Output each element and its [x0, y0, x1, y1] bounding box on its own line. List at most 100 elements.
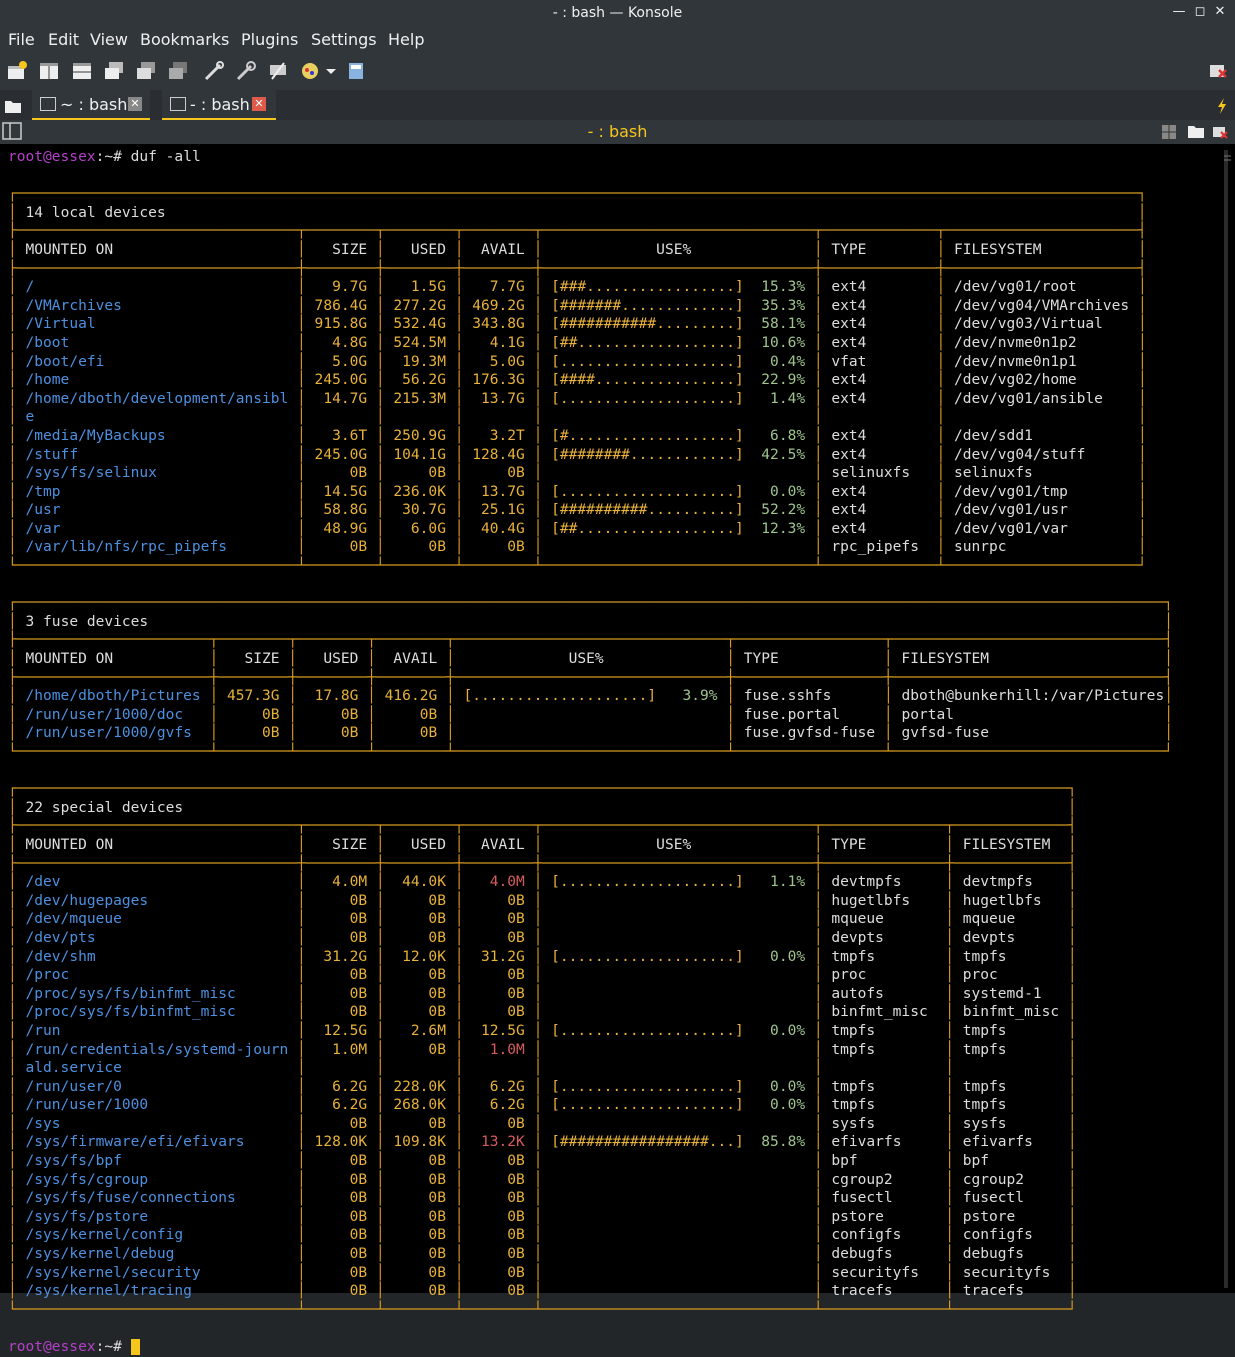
avail-value: 0B: [463, 928, 534, 946]
column-header: AVAIL: [375, 650, 446, 668]
profile-icon[interactable]: [299, 60, 321, 82]
table-row: │ /dev │ 4.0M │ 44.0K │ 4.0M │ [........…: [8, 873, 1077, 891]
table-row: │ /dev/shm │ 31.2G │ 12.0K │ 31.2G │ [..…: [8, 947, 1077, 965]
menu-edit[interactable]: Edit: [48, 30, 79, 49]
used-value: 532.4G: [384, 315, 455, 333]
new-tab-folder-icon[interactable]: [4, 98, 22, 114]
used-value: 0B: [384, 464, 455, 482]
folder-icon[interactable]: [1187, 123, 1205, 139]
used-value: 44.0K: [384, 873, 455, 891]
close-tab-icon[interactable]: ✕: [128, 97, 142, 111]
usage-bar: [##########..........]: [551, 501, 744, 519]
table-row: │ /sys/fs/bpf │ 0B │ 0B │ 0B │ │ bpf │ b…: [8, 1152, 1077, 1170]
mount-point: /sys/fs/fuse/connections: [16, 1189, 298, 1207]
usage-percent: 35.3%: [743, 296, 806, 314]
mount-point: /sys/fs/pstore: [16, 1207, 298, 1225]
fs-type: fusectl: [822, 1189, 946, 1207]
split-horizontal-icon[interactable]: [71, 60, 93, 82]
size-value: [306, 408, 376, 425]
table-row: │ /sys/fs/fuse/connections │ 0B │ 0B │ 0…: [8, 1189, 1077, 1207]
fs-type: ext4: [822, 333, 937, 351]
tab-current-bash[interactable]: - : bash ✕: [162, 90, 276, 120]
grid-icon[interactable]: [1161, 124, 1177, 140]
wrench-icon[interactable]: [235, 60, 257, 82]
scrollbar[interactable]: [1221, 150, 1233, 1288]
size-value: 4.8G: [305, 333, 376, 351]
table-row: │ /sys/kernel/security │ 0B │ 0B │ 0B │ …: [8, 1263, 1077, 1281]
prompt-separator: :~#: [95, 148, 131, 165]
fs-type: securityfs: [822, 1263, 946, 1281]
menu-view[interactable]: View: [90, 30, 128, 49]
used-value: 0B: [384, 1245, 455, 1263]
avail-value: 0B: [463, 1226, 534, 1244]
usage-bar: [########............]: [551, 445, 744, 463]
group-title-text: 22 special devices: [25, 798, 184, 816]
close-toolbar-icon[interactable]: [1207, 60, 1229, 82]
menu-file[interactable]: File: [8, 30, 35, 49]
menu-help[interactable]: Help: [388, 30, 424, 49]
filesystem: /dev/nvme0n1p2: [945, 333, 1138, 351]
close-session-icon[interactable]: [1211, 123, 1229, 141]
mount-point: /var: [16, 519, 298, 537]
mount-point: /sys/fs/cgroup: [16, 1170, 298, 1188]
filesystem: securityfs: [954, 1263, 1068, 1281]
menu-bookmarks[interactable]: Bookmarks: [140, 30, 229, 49]
usage-percent: 12.3%: [743, 519, 806, 537]
split-view-icon[interactable]: [38, 60, 60, 82]
usage-bar: [....................]: [551, 389, 744, 407]
table-border: ┌───────────────────────────────────────…: [8, 780, 1077, 798]
table-row: │ /proc/sys/fs/binfmt_misc │ 0B │ 0B │ 0…: [8, 984, 1077, 1002]
used-value: 0B: [384, 1263, 455, 1281]
avail-value: 25.1G: [463, 501, 534, 519]
size-value: 0B: [305, 984, 376, 1002]
windows-icon[interactable]: [135, 60, 157, 82]
detach-view-icon[interactable]: [103, 60, 125, 82]
size-value: 0B: [305, 1114, 376, 1132]
maximize-icon[interactable]: ◻: [1192, 3, 1208, 21]
used-value: 524.5M: [384, 333, 455, 351]
filesystem: binfmt_misc: [954, 1003, 1068, 1021]
configure-icon[interactable]: [267, 60, 289, 82]
close-window-icon[interactable]: ✕: [1212, 3, 1228, 21]
column-header: USE%: [542, 835, 814, 853]
filesystem: fusectl: [954, 1189, 1068, 1207]
calculator-icon[interactable]: [345, 60, 367, 82]
mount-point: /proc/sys/fs/binfmt_misc: [16, 984, 298, 1002]
windows-dark-icon[interactable]: [167, 60, 189, 82]
usage-bar: [###.................]: [551, 278, 744, 296]
prompt-separator: :~#: [95, 1338, 131, 1355]
tab-home-bash[interactable]: ~ : bash ✕: [32, 90, 150, 120]
used-value: 0B: [384, 1040, 455, 1058]
filesystem: /dev/vg02/home: [945, 371, 1138, 389]
size-value: 3.6T: [305, 426, 376, 444]
filesystem: /dev/vg01/tmp: [945, 482, 1138, 500]
table-row: │ /sys/fs/pstore │ 0B │ 0B │ 0B │ │ psto…: [8, 1207, 1077, 1225]
usage-percent: 3.9%: [656, 687, 718, 705]
chevron-down-icon[interactable]: [324, 60, 338, 82]
new-tab-icon[interactable]: [6, 60, 28, 82]
mount-point: /media/MyBackups: [16, 426, 298, 444]
table-row: │ /proc/sys/fs/binfmt_misc │ 0B │ 0B │ 0…: [8, 1003, 1077, 1021]
avail-value: 4.1G: [463, 333, 534, 351]
terminal-tab-icon: [40, 97, 56, 111]
usage-percent: 22.9%: [743, 371, 806, 389]
filesystem: [945, 408, 1138, 425]
size-value: 48.9G: [305, 519, 376, 537]
table-row: │ /Virtual │ 915.8G │ 532.4G │ 343.8G │ …: [8, 315, 1147, 333]
menu-settings[interactable]: Settings: [311, 30, 377, 49]
table-row: │ /run │ 12.5G │ 2.6M │ 12.5G │ [.......…: [8, 1021, 1077, 1039]
used-value: 0B: [384, 1282, 455, 1300]
table-border: ┌───────────────────────────────────────…: [8, 594, 1173, 612]
size-value: 6.2G: [305, 1096, 376, 1114]
lightning-icon[interactable]: [1215, 97, 1229, 115]
close-tab-icon[interactable]: ✕: [252, 97, 266, 111]
table-border: └──────────────────────┴────────┴───────…: [8, 743, 1173, 760]
menu-plugins[interactable]: Plugins: [241, 30, 298, 49]
fs-type: selinuxfs: [822, 464, 937, 482]
tools-icon[interactable]: [203, 60, 225, 82]
fs-type: tmpfs: [822, 1021, 946, 1039]
filesystem: pstore: [954, 1207, 1068, 1225]
minimize-icon[interactable]: —: [1171, 3, 1187, 21]
